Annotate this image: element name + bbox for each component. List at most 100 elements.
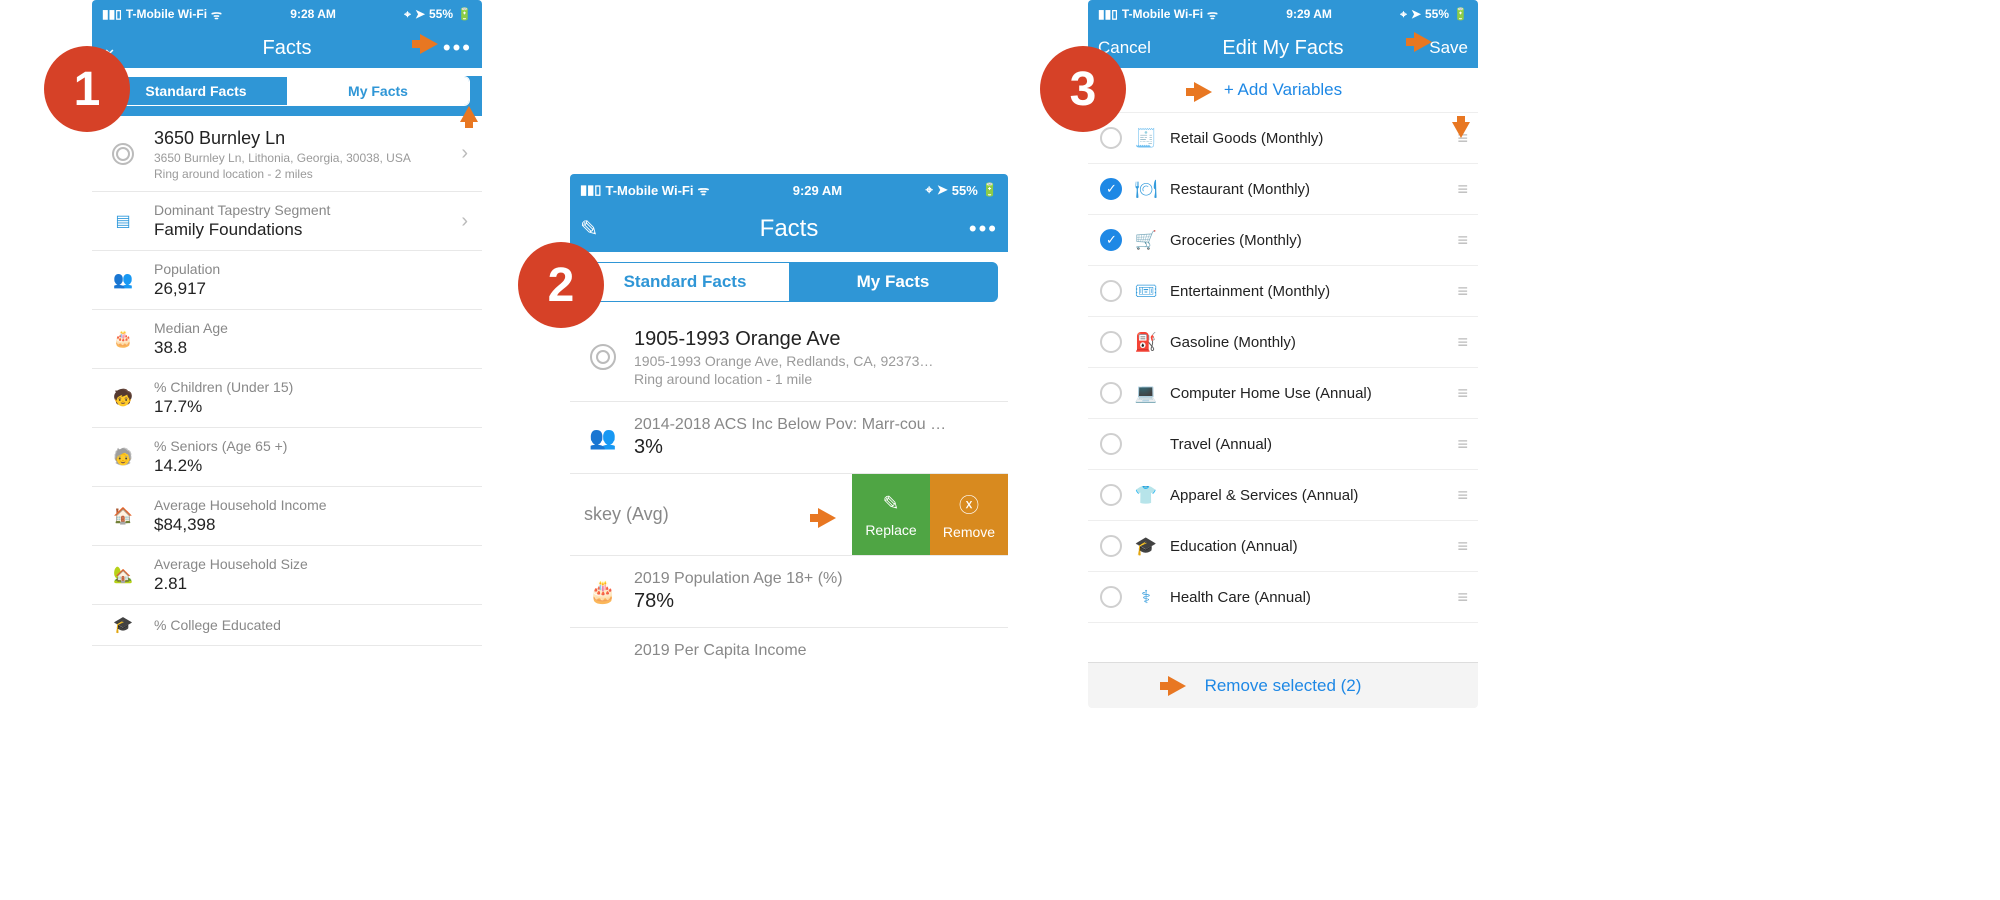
- checkbox[interactable]: [1100, 433, 1122, 455]
- variable-row[interactable]: ⚕Health Care (Annual)≡: [1088, 572, 1478, 623]
- save-button[interactable]: Save: [1429, 38, 1468, 58]
- replace-button[interactable]: ✎ Replace: [852, 474, 930, 555]
- fact-label: Average Household Size: [154, 556, 468, 572]
- location-row[interactable]: 3650 Burnley Ln 3650 Burnley Ln, Lithoni…: [92, 116, 482, 192]
- signal-icon: ▮▮▯: [1098, 7, 1118, 21]
- variable-row[interactable]: Travel (Annual) ≡: [1088, 419, 1478, 470]
- battery-label: 55%: [952, 183, 978, 198]
- variable-row[interactable]: 💻Computer Home Use (Annual)≡: [1088, 368, 1478, 419]
- fact-label: % Children (Under 15): [154, 379, 468, 395]
- remove-selected-button[interactable]: Remove selected (2): [1088, 662, 1478, 708]
- household-icon: 🏡: [106, 565, 140, 585]
- drag-handle-icon[interactable]: ≡: [1457, 383, 1466, 404]
- battery-label: 55%: [429, 7, 453, 21]
- drag-handle-icon[interactable]: ≡: [1457, 332, 1466, 353]
- checkbox[interactable]: [1100, 280, 1122, 302]
- fact-value: 38.8: [154, 338, 468, 358]
- compass-icon: ⌖: [404, 7, 411, 22]
- drag-handle-icon[interactable]: ≡: [1457, 485, 1466, 506]
- checkbox[interactable]: [1100, 331, 1122, 353]
- variable-icon: 🛒: [1134, 230, 1158, 251]
- pencil-icon: ✎: [883, 491, 900, 516]
- fact-label-truncated: skey (Avg): [584, 504, 669, 524]
- tab-standard-facts[interactable]: Standard Facts: [581, 263, 789, 301]
- drag-handle-icon[interactable]: ≡: [1457, 434, 1466, 455]
- remove-label: Remove: [943, 524, 995, 540]
- fact-row: 🏠Average Household Income$84,398: [92, 487, 482, 546]
- location-icon: ➤: [1411, 7, 1421, 21]
- checkbox[interactable]: [1100, 382, 1122, 404]
- variable-icon: 🎟: [1134, 281, 1158, 302]
- variable-row[interactable]: 🎟 Entertainment (Monthly) ≡: [1088, 266, 1478, 317]
- back-button[interactable]: ✎: [580, 216, 598, 242]
- fact-row: 👥 2014-2018 ACS Inc Below Pov: Marr-cou …: [570, 402, 1008, 474]
- checkbox[interactable]: [1100, 127, 1122, 149]
- wifi-icon: ᯤ: [697, 181, 709, 199]
- checkbox[interactable]: [1100, 178, 1122, 200]
- screen-title: Edit My Facts: [1158, 37, 1408, 60]
- variable-icon: ⛽: [1134, 332, 1158, 353]
- senior-icon: 🧓: [106, 447, 140, 467]
- drag-handle-icon[interactable]: ≡: [1457, 281, 1466, 302]
- fact-value: 3%: [634, 436, 992, 459]
- checkbox[interactable]: [1100, 229, 1122, 251]
- variable-name: Entertainment (Monthly): [1170, 283, 1445, 300]
- fact-row-swiped[interactable]: skey (Avg) ✎ Replace ⓧ Remove: [570, 474, 1008, 556]
- screen-title: Facts: [640, 215, 938, 243]
- child-icon: 🧒: [106, 388, 140, 408]
- location-address: 1905-1993 Orange Ave, Redlands, CA, 9237…: [634, 353, 992, 369]
- pointer-arrow-icon: [818, 508, 836, 528]
- variable-row[interactable]: ⛽Gasoline (Monthly)≡: [1088, 317, 1478, 368]
- checkbox[interactable]: [1100, 586, 1122, 608]
- step-badge-1: 1: [44, 46, 130, 132]
- remove-selected-label: Remove selected (2): [1205, 676, 1362, 696]
- location-ring-text: Ring around location - 2 miles: [154, 167, 447, 181]
- compass-icon: ⌖: [1400, 7, 1407, 22]
- screen-1-standard-facts: ▮▮▯T-Mobile Wi-Fiᯤ 9:28 AM ⌖➤55%🔋 ⌄ Fact…: [92, 0, 482, 708]
- variable-row[interactable]: 🧾Retail Goods (Monthly)≡: [1088, 113, 1478, 164]
- wifi-icon: ᯤ: [211, 6, 222, 23]
- facts-tab-segmented[interactable]: Standard Facts My Facts: [104, 76, 470, 106]
- variable-name: Apparel & Services (Annual): [1170, 487, 1445, 504]
- signal-icon: ▮▮▯: [102, 7, 122, 21]
- variable-icon: 💻: [1134, 383, 1158, 404]
- variable-name: Education (Annual): [1170, 538, 1445, 555]
- tab-my-facts[interactable]: My Facts: [287, 77, 469, 105]
- variable-row[interactable]: 🍽 Restaurant (Monthly) ≡: [1088, 164, 1478, 215]
- variable-icon: ⚕: [1134, 587, 1158, 608]
- drag-handle-icon[interactable]: ≡: [1457, 587, 1466, 608]
- location-row[interactable]: 1905-1993 Orange Ave 1905-1993 Orange Av…: [570, 312, 1008, 402]
- drag-handle-icon[interactable]: ≡: [1457, 230, 1466, 251]
- variable-row[interactable]: 👕Apparel & Services (Annual)≡: [1088, 470, 1478, 521]
- tab-standard-facts[interactable]: Standard Facts: [105, 77, 287, 105]
- drag-handle-icon[interactable]: ≡: [1457, 536, 1466, 557]
- drag-handle-icon[interactable]: ≡: [1457, 179, 1466, 200]
- variable-name: Retail Goods (Monthly): [1170, 130, 1445, 147]
- fact-label: Median Age: [154, 320, 468, 336]
- pointer-arrow-icon: [1194, 82, 1212, 102]
- battery-icon: 🔋: [457, 7, 472, 21]
- tab-my-facts[interactable]: My Facts: [789, 263, 997, 301]
- checkbox[interactable]: [1100, 484, 1122, 506]
- status-bar: ▮▮▯T-Mobile Wi-Fiᯤ 9:28 AM ⌖➤55%🔋: [92, 0, 482, 28]
- screen-2-my-facts-swipe: ▮▮▯T-Mobile Wi-Fiᯤ 9:29 AM ⌖➤55%🔋 ✎ Fact…: [570, 174, 1008, 708]
- variable-name: Travel (Annual): [1170, 436, 1445, 453]
- fact-value: 17.7%: [154, 397, 468, 417]
- tapestry-row[interactable]: ▤ Dominant Tapestry Segment Family Found…: [92, 192, 482, 251]
- variable-icon: 🎓: [1134, 536, 1158, 557]
- more-button[interactable]: •••: [969, 218, 998, 240]
- add-variables-button[interactable]: + Add Variables: [1088, 68, 1478, 113]
- variable-row[interactable]: 🛒Groceries (Monthly)≡: [1088, 215, 1478, 266]
- variable-row[interactable]: 🎓 Education (Annual) ≡: [1088, 521, 1478, 572]
- fact-value: 2.81: [154, 574, 468, 594]
- variable-name: Restaurant (Monthly): [1170, 181, 1445, 198]
- variable-icon: 🍽: [1134, 179, 1158, 200]
- remove-button[interactable]: ⓧ Remove: [930, 474, 1008, 555]
- fact-label: % Seniors (Age 65 +): [154, 438, 468, 454]
- facts-tab-segmented[interactable]: Standard Facts My Facts: [580, 262, 998, 302]
- checkbox[interactable]: [1100, 535, 1122, 557]
- more-button[interactable]: •••: [443, 37, 472, 59]
- chevron-right-icon: ›: [461, 210, 468, 233]
- status-bar: ▮▮▯T-Mobile Wi-Fiᯤ 9:29 AM ⌖➤55%🔋: [1088, 0, 1478, 28]
- battery-label: 55%: [1425, 7, 1449, 21]
